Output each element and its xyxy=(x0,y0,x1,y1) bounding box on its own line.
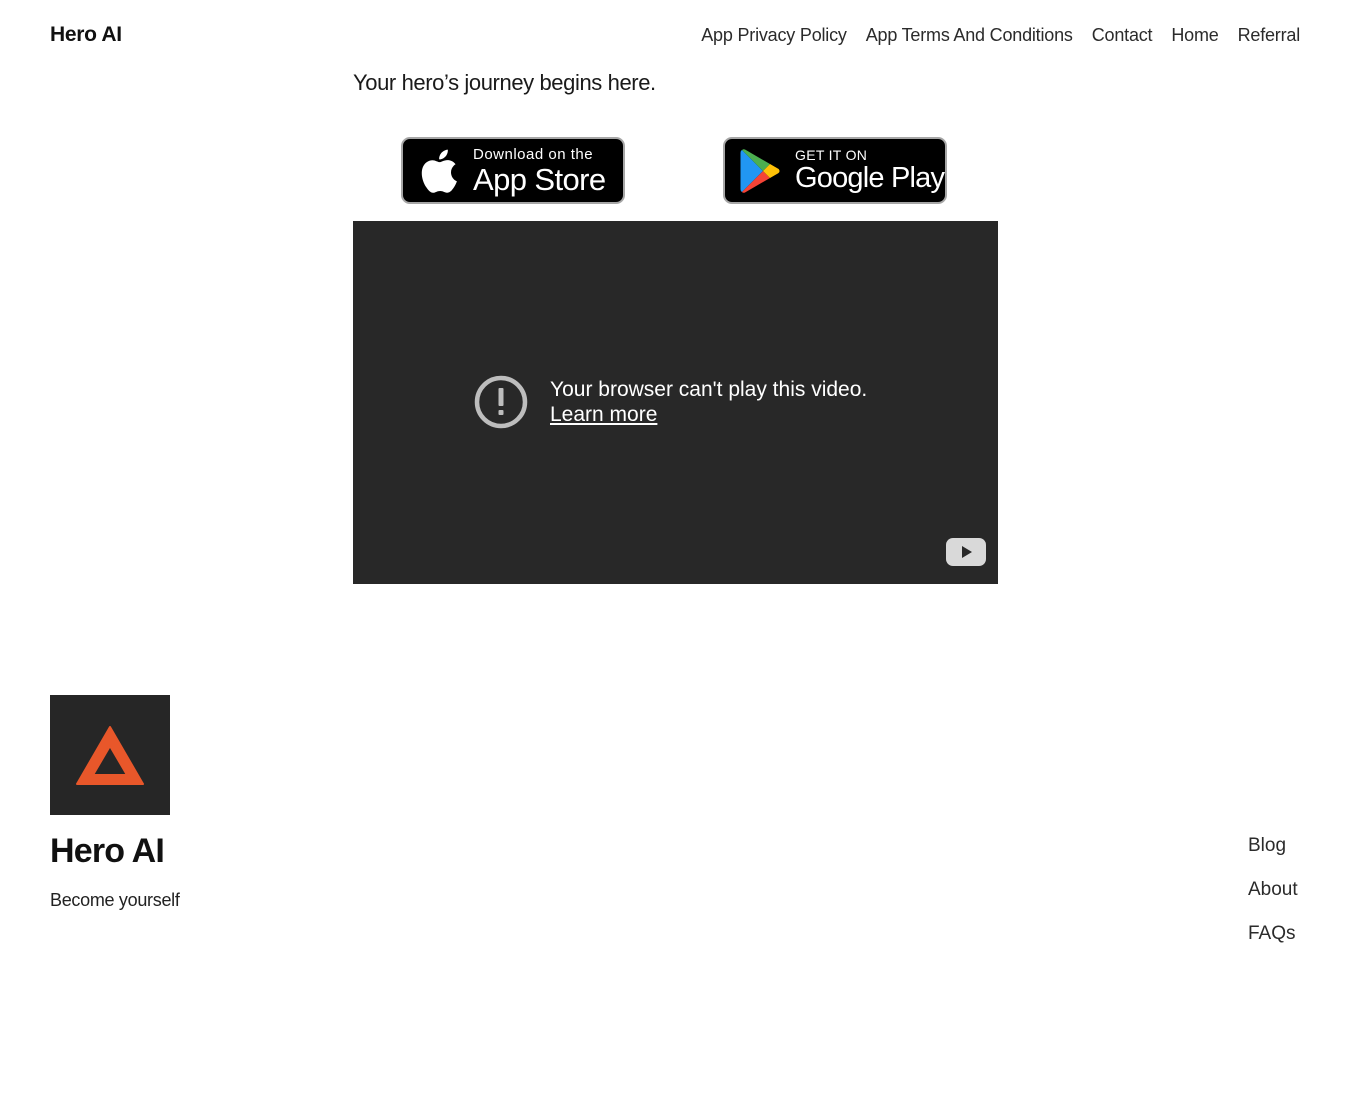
video-error: Your browser can't play this video. Lear… xyxy=(474,375,867,429)
app-store-badge-small: Download on the xyxy=(473,145,594,163)
footer-logo[interactable] xyxy=(50,695,170,815)
app-store-badge[interactable]: Download on the App Store xyxy=(401,137,625,204)
nav-item-app-privacy-policy[interactable]: App Privacy Policy xyxy=(701,25,847,46)
google-play-badge-text: GET IT ON Google Play xyxy=(795,147,945,194)
video-error-text: Your browser can't play this video. Lear… xyxy=(550,377,867,427)
footer-nav: Blog About FAQs xyxy=(1248,834,1298,946)
hero-tagline: Your hero’s journey begins here. xyxy=(353,70,656,95)
video-player[interactable]: Your browser can't play this video. Lear… xyxy=(353,221,998,584)
footer-site-title[interactable]: Hero AI xyxy=(50,832,165,871)
nav-item-app-terms-and-conditions[interactable]: App Terms And Conditions xyxy=(866,25,1073,46)
main-nav: App Privacy Policy App Terms And Conditi… xyxy=(701,25,1300,46)
google-play-badge[interactable]: GET IT ON Google Play xyxy=(723,137,947,204)
site-header: Hero AI App Privacy Policy App Terms And… xyxy=(50,18,1300,52)
nav-item-contact[interactable]: Contact xyxy=(1092,25,1153,46)
site-title[interactable]: Hero AI xyxy=(50,23,122,47)
footer-nav-item-about[interactable]: About xyxy=(1248,878,1298,902)
app-store-badge-big: App Store xyxy=(473,161,606,197)
exclamation-circle-icon xyxy=(474,375,528,429)
google-play-badge-small: GET IT ON xyxy=(795,147,868,163)
google-play-badge-big: Google Play xyxy=(795,162,945,194)
nav-item-referral[interactable]: Referral xyxy=(1238,25,1301,46)
learn-more-link[interactable]: Learn more xyxy=(550,402,657,427)
nav-item-home[interactable]: Home xyxy=(1171,25,1218,46)
apple-icon xyxy=(403,139,473,202)
footer-nav-item-blog[interactable]: Blog xyxy=(1248,834,1298,858)
google-play-icon xyxy=(725,139,795,202)
triangle-logo-icon xyxy=(76,726,144,785)
youtube-icon[interactable] xyxy=(946,538,986,566)
footer-nav-item-faqs[interactable]: FAQs xyxy=(1248,922,1298,946)
app-store-badge-text: Download on the App Store xyxy=(473,145,606,197)
video-error-message: Your browser can't play this video. xyxy=(550,378,868,401)
footer-tagline: Become yourself xyxy=(50,890,180,910)
